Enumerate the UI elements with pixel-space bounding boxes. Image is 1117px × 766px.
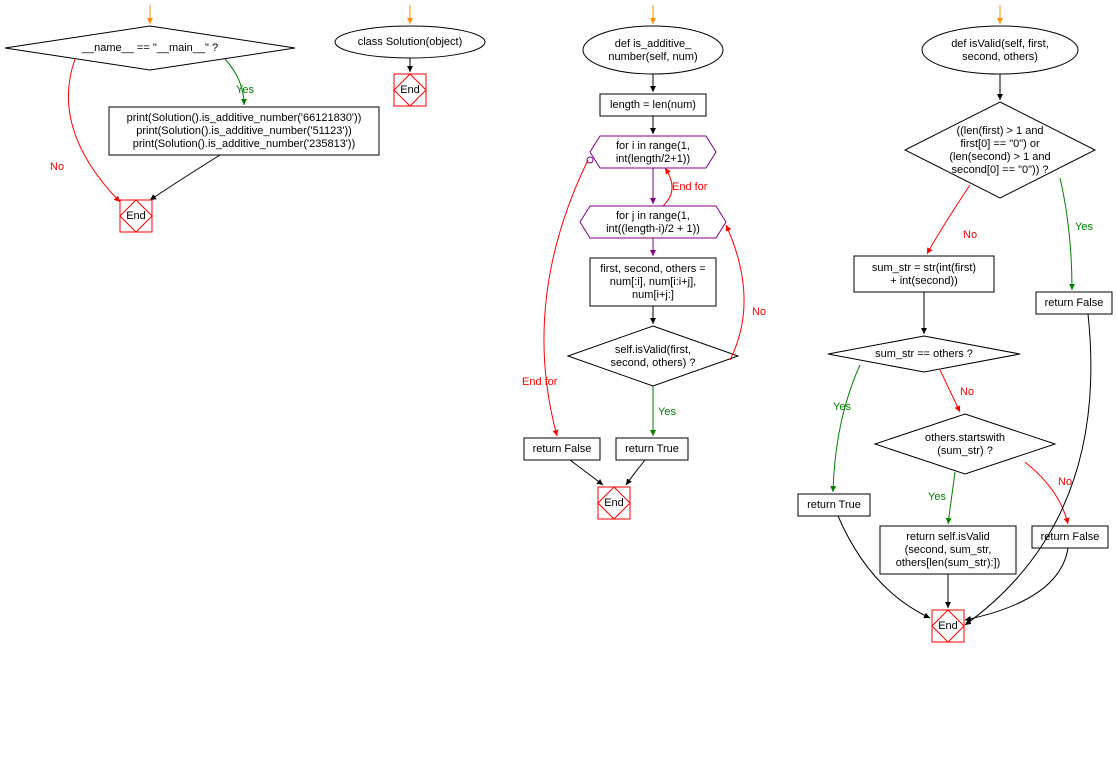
edge-sumeq-no	[940, 370, 960, 412]
decision-main-text: __name__ == "__main__" ?	[81, 42, 218, 54]
process-split: first, second, others = num[:i], num[i:i…	[590, 258, 716, 306]
edge-leadzero-yes	[1060, 178, 1072, 290]
edge-main-yes	[225, 59, 244, 105]
end-node-c3: End	[932, 610, 964, 642]
decision-leadzero-l1: ((len(first) > 1 and	[956, 125, 1043, 137]
class-def: class Solution(object)	[335, 26, 485, 58]
process-split-l2: num[:i], num[i:i+j],	[610, 276, 697, 288]
process-recurse: return self.isValid (second, sum_str, ot…	[880, 526, 1016, 574]
process-split-l1: first, second, others =	[600, 263, 705, 275]
process-recurse-l3: others[len(sum_str):])	[896, 557, 1001, 569]
edge-endfor-outer-label: End for	[522, 376, 558, 388]
return-true-c3-text: return True	[807, 499, 861, 511]
process-print-l3: print(Solution().is_additive_number('235…	[133, 138, 355, 150]
loop-i-l2: int(length/2+1))	[616, 153, 690, 165]
decision-leadzero-l4: second[0] == "0")) ?	[951, 164, 1048, 176]
class-def-text: class Solution(object)	[358, 36, 463, 48]
return-false-c2-text: return False	[533, 443, 592, 455]
edge-sumeq-no-label: No	[960, 386, 974, 398]
decision-main: __name__ == "__main__" ?	[5, 26, 295, 70]
edge-isvalid-no	[726, 225, 744, 360]
edge-endfor-outer	[544, 160, 588, 436]
process-sumstr-l1: sum_str = str(int(first)	[872, 262, 976, 274]
edge-main-yes-label: Yes	[236, 84, 254, 96]
end-node-c2: End	[598, 487, 630, 519]
edge-main-no-label: No	[50, 161, 64, 173]
edge-startswith-yes-label: Yes	[928, 491, 946, 503]
edge-sumeq-yes	[833, 365, 860, 492]
edge-isvalid-no-label: No	[752, 306, 766, 318]
return-true-c2-text: return True	[625, 443, 679, 455]
loop-i: for i in range(1, int(length/2+1))	[590, 136, 716, 168]
funcdef-additive-l1: def is_additive_	[615, 38, 692, 50]
loop-j-l1: for j in range(1,	[616, 210, 690, 222]
return-false-c2: return False	[524, 438, 600, 460]
process-print-l2: print(Solution().is_additive_number('511…	[136, 125, 352, 137]
loop-j: for j in range(1, int((length-i)/2 + 1))	[580, 206, 726, 238]
edge-startswith-yes	[948, 472, 955, 524]
return-false-c3a: return False	[1036, 292, 1112, 314]
end-class-text: End	[400, 84, 420, 96]
loop-i-l1: for i in range(1,	[616, 140, 690, 152]
edge-rt-end-c2	[626, 460, 645, 485]
end-1-text: End	[126, 210, 146, 222]
return-true-c3: return True	[798, 494, 870, 516]
edge-endfor-inner	[663, 168, 672, 206]
funcdef-additive: def is_additive_ number(self, num)	[583, 26, 723, 74]
funcdef-additive-l2: number(self, num)	[608, 51, 697, 63]
process-length: length = len(num)	[600, 94, 706, 116]
edge-print-end	[150, 155, 220, 200]
decision-leadzero: ((len(first) > 1 and first[0] == "0") or…	[905, 102, 1095, 198]
end-c3-text: End	[938, 620, 958, 632]
decision-isvalid-l2: second, others) ?	[611, 357, 696, 369]
loop-j-l2: int((length-i)/2 + 1))	[606, 223, 700, 235]
funcdef-isvalid-l1: def isValid(self, first,	[951, 38, 1049, 50]
funcdef-isvalid: def isValid(self, first, second, others)	[922, 26, 1078, 74]
decision-startswith-l2: (sum_str) ?	[937, 445, 993, 457]
decision-sumeq-text: sum_str == others ?	[875, 348, 973, 360]
process-print: print(Solution().is_additive_number('661…	[109, 107, 379, 155]
edge-leadzero-no-label: No	[963, 229, 977, 241]
edge-endfor-inner-label: End for	[672, 181, 708, 193]
end-node-1: End	[120, 200, 152, 232]
edge-leadzero-yes-label: Yes	[1075, 221, 1093, 233]
process-recurse-l2: (second, sum_str,	[905, 544, 992, 556]
decision-sumeq: sum_str == others ?	[828, 336, 1020, 372]
edge-leadzero-no	[927, 185, 970, 254]
edge-isvalid-yes-label: Yes	[658, 406, 676, 418]
return-true-c2: return True	[616, 438, 688, 460]
edge-startswith-no	[1025, 462, 1068, 524]
process-recurse-l1: return self.isValid	[906, 531, 990, 543]
edge-startswith-no-label: No	[1058, 476, 1072, 488]
end-c2-text: End	[604, 497, 624, 509]
decision-isvalid-l1: self.isValid(first,	[615, 344, 691, 356]
return-false-c3b: return False	[1032, 526, 1108, 548]
process-print-l1: print(Solution().is_additive_number('661…	[127, 112, 362, 124]
decision-leadzero-l2: first[0] == "0") or	[960, 138, 1040, 150]
decision-isvalid: self.isValid(first, second, others) ?	[568, 326, 738, 386]
end-node-class: End	[394, 74, 426, 106]
funcdef-isvalid-l2: second, others)	[962, 51, 1038, 63]
decision-leadzero-l3: (len(second) > 1 and	[949, 151, 1050, 163]
edge-rf-end-c2	[570, 460, 603, 485]
edge-sumeq-yes-label: Yes	[833, 401, 851, 413]
process-length-text: length = len(num)	[610, 99, 696, 111]
process-sumstr-l2: + int(second))	[890, 275, 958, 287]
process-split-l3: num[i+j:]	[632, 289, 674, 301]
process-sumstr: sum_str = str(int(first) + int(second))	[854, 256, 994, 292]
decision-startswith-l1: others.startswith	[925, 432, 1005, 444]
return-false-c3a-text: return False	[1045, 297, 1104, 309]
